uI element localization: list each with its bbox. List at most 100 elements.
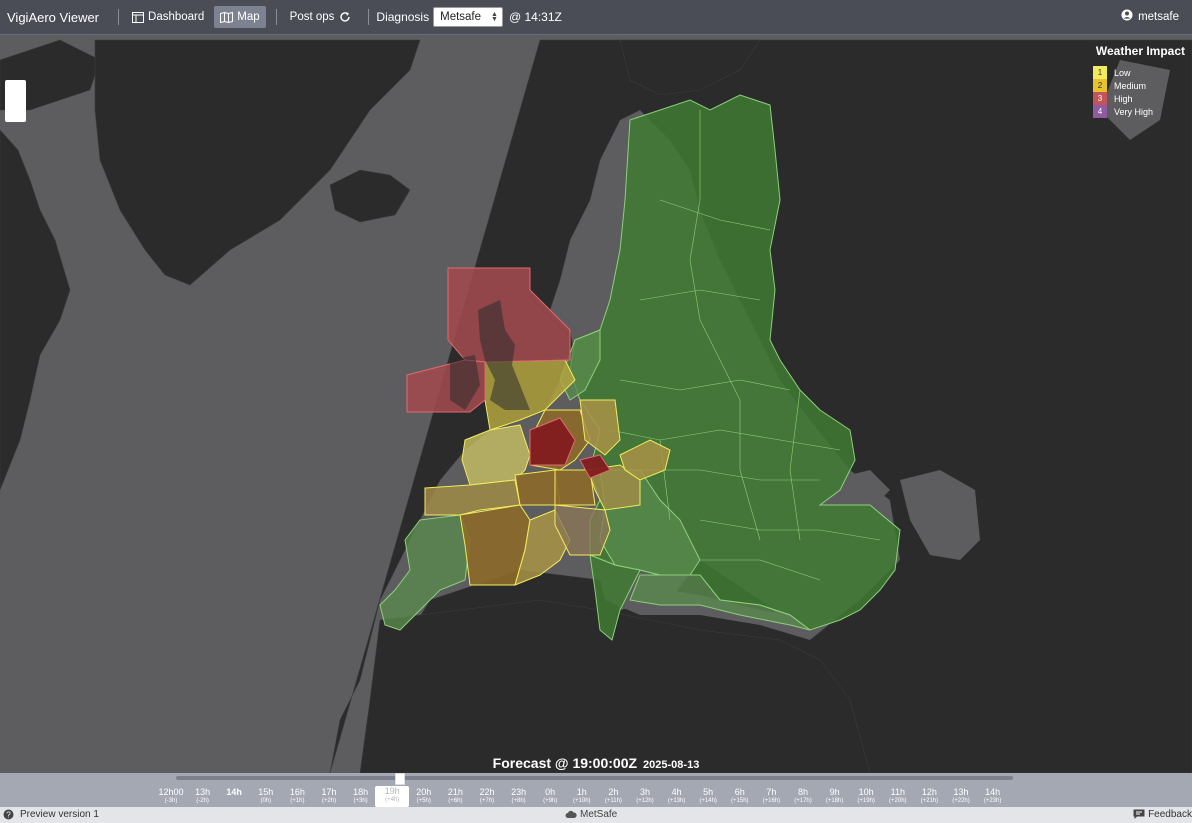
timeline-tick[interactable]: 16h (+1h) [280,787,314,805]
legend-item: 3 High [1093,92,1185,105]
user-icon [1121,9,1133,24]
version-label: Preview version 1 [20,809,99,820]
legend-label: High [1114,93,1133,104]
timeline-tick-hour: 17h [321,787,337,797]
post-ops-label: Post ops [289,11,335,23]
timeline-tick[interactable]: 20h (+5h) [407,787,441,805]
timeline-tick[interactable]: 9h (+18h) [818,787,852,805]
timeline-tick-offset: (+21h) [920,798,939,804]
forecast-time: Forecast @ 19:00:00Z [492,755,638,771]
post-ops-button[interactable]: Post ops [284,6,362,28]
legend-label: Medium [1114,80,1147,91]
timeline-tick[interactable]: 10h (+19h) [849,787,883,805]
timeline-tick-offset: (+2h) [321,798,337,804]
timeline-tick[interactable]: 21h (+6h) [438,787,472,805]
legend-title: Weather Impact [1095,44,1185,58]
timeline-tick-offset: (+5h) [416,798,431,804]
timeline-tick-hour: 21h [447,787,463,797]
version-info[interactable]: ? Preview version 1 [3,809,99,820]
timeline-tick[interactable]: 17h (+2h) [312,787,346,805]
timeline-tick[interactable]: 11h (+20h) [881,787,915,805]
legend-swatch-high: 3 [1093,92,1107,105]
nav-dashboard-button[interactable]: Dashboard [126,6,210,28]
timeline-tick[interactable]: 12h00 (-3h) [154,787,188,805]
chat-icon [1133,809,1145,820]
timeline-tick-hour: 1h [576,787,587,797]
timeline-tick[interactable]: 6h (+15h) [723,787,757,805]
timeline-track[interactable] [176,776,1013,780]
legend-item: 1 Low [1093,66,1185,79]
timeline-tick-hour: 13h [953,787,969,797]
map-zoom-control[interactable] [5,80,26,122]
app-title: VigiAero Viewer [7,9,100,25]
timeline-tick-hour: 6h [734,787,745,797]
timeline-tick[interactable]: 23h (+8h) [502,787,536,805]
user-name: metsafe [1138,10,1179,23]
timeline-tick-offset: (+9h) [543,798,558,804]
divider [118,9,120,25]
timeline-tick[interactable]: 18h (+3h) [344,787,378,805]
timeline-tick-hour: 19h [384,786,400,796]
diagnosis-select-value: Metsafe [440,11,482,23]
map-view[interactable] [0,36,1192,773]
timeline-tick-hour: 4h [671,787,682,797]
legend-item: 4 Very High [1093,105,1185,118]
timeline-tick-hour: 8h [797,787,808,797]
feedback-button[interactable]: Feedback [1133,809,1192,820]
timeline-tick[interactable]: 5h (+14h) [691,787,725,805]
footer: ? Preview version 1 MetSafe Feedback [0,807,1192,823]
timeline-tick[interactable]: 15h (0h) [249,787,283,805]
timeline-tick[interactable]: 3h (+12h) [628,787,662,805]
timeline-tick-hour: 15h [258,787,274,797]
timeline-tick-offset: (+1h) [290,798,305,804]
timeline-handle[interactable] [395,773,405,785]
forecast-date: 2025-08-13 [643,759,700,771]
timeline-tick-hour: 16h [289,787,305,797]
timeline-tick[interactable]: 13h (-2h) [186,787,220,805]
legend-item: 2 Medium [1093,79,1185,92]
timeline-tick[interactable]: 4h (+13h) [660,787,694,805]
timeline-tick-hour: 2h [608,787,619,797]
divider [368,9,370,25]
map-icon [220,11,234,23]
timeline-tick[interactable]: 14h [217,787,251,797]
timeline-tick[interactable]: 14h (+23h) [976,787,1010,805]
timeline-tick-hour: 12h00 [158,787,184,797]
timeline-tick-hour: 3h [639,787,650,797]
timeline-tick-offset: (+16h) [762,798,781,804]
timeline-tick-offset: (+12h) [636,798,654,804]
timeline-tick-hour: 13h [195,787,211,797]
current-time: @ 14:31Z [508,10,562,24]
help-circle-icon: ? [3,809,14,820]
timeline-tick[interactable]: 0h (+9h) [533,787,567,805]
timeline-tick-hour: 14h [226,787,242,797]
timeline-tick[interactable]: 1h (+10h) [565,787,599,805]
timeline-tick-offset: (+19h) [857,798,875,804]
timeline-slider[interactable]: 12h00 (-3h) 13h (-2h) 14h 15h (0h) 16h (+1h) 17h(… [0,773,1192,807]
refresh-icon [339,11,351,23]
diagnosis-select[interactable]: Metsafe ▲ ▼ [433,7,503,27]
footer-brand: MetSafe [565,809,617,820]
footer-brand-label: MetSafe [580,809,618,820]
timeline-tick-offset: (+7h) [479,798,495,804]
legend-swatch-medium: 2 [1093,79,1107,92]
timeline-tick-hour: 5h [703,787,714,797]
legend-swatch-low: 1 [1093,66,1107,79]
timeline-tick[interactable]: 19h (+4h) [375,786,410,807]
timeline-tick-hour: 23h [511,787,527,797]
legend-label: Low [1114,67,1131,78]
timeline-tick-offset: (+8h) [511,798,526,804]
timeline-tick[interactable]: 13h (+22h) [944,787,978,805]
nav-map-button[interactable]: Map [214,6,266,28]
timeline-tick[interactable]: 2h (+11h) [596,787,630,805]
timeline-tick[interactable]: 12h (+21h) [912,787,946,805]
timeline-tick[interactable]: 7h (+16h) [754,787,788,805]
timeline-tick[interactable]: 22h (+7h) [470,787,504,805]
timeline-tick-hour: 10h [858,787,874,797]
user-menu[interactable]: metsafe [1121,9,1179,24]
timeline-tick-hour: 20h [416,787,432,797]
timeline-tick-offset: (+20h) [889,798,907,804]
timeline-tick-offset: (+23h) [983,798,1002,804]
timeline-tick-hour: 12h [921,787,937,797]
timeline-tick[interactable]: 8h (+17h) [786,787,820,805]
